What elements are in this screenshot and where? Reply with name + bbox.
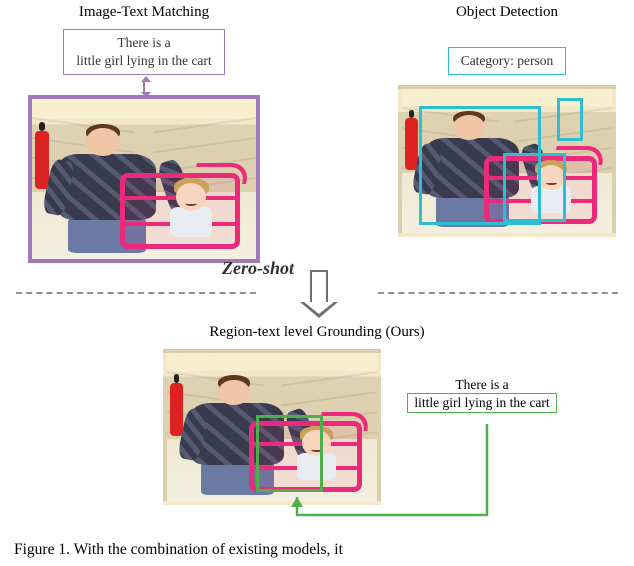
extinguisher-icon (170, 383, 183, 436)
callout-line1: There is a (455, 377, 508, 393)
panel-title-od: Object Detection (456, 4, 558, 21)
panel-title-itm: Image-Text Matching (79, 4, 209, 21)
ours-scene-image (163, 349, 381, 505)
extinguisher-icon (35, 131, 48, 189)
image-text-matching-panel: Image-Text Matching There is a little gi… (28, 4, 260, 263)
bbox-person-bg (557, 98, 582, 141)
bbox-grounding (256, 415, 323, 492)
top-section: Image-Text Matching There is a little gi… (0, 0, 634, 263)
person-child (162, 179, 220, 240)
object-detection-panel: Object Detection Category: person (398, 4, 616, 263)
od-category-label: Category: person (461, 53, 554, 68)
bbox-person-child (503, 153, 566, 222)
grounding-callout: There is a little girl lying in the cart (407, 377, 556, 413)
zero-shot-label: Zero-shot (222, 258, 294, 279)
figure-caption: Figure 1. With the combination of existi… (14, 541, 620, 560)
od-scene-image (398, 85, 616, 237)
figure-caption-prefix: Figure 1. (14, 541, 74, 558)
bottom-row: There is a little girl lying in the cart (77, 349, 556, 505)
figure-caption-text: With the combination of existing models,… (74, 541, 343, 558)
bottom-section: Region-text level Grounding (Ours) (0, 320, 634, 505)
od-category-box: Category: person (448, 47, 567, 75)
itm-scene-image (28, 95, 260, 263)
itm-caption-line1: There is a (76, 34, 211, 52)
callout-line2: little girl lying in the cart (407, 393, 556, 413)
itm-caption-line2: little girl lying in the cart (76, 52, 211, 70)
double-arrow-icon (143, 81, 145, 93)
itm-caption-box: There is a little girl lying in the cart (63, 29, 224, 75)
panel-title-ours: Region-text level Grounding (Ours) (209, 324, 424, 341)
down-arrow-icon (290, 270, 348, 316)
extinguisher-icon (405, 118, 418, 170)
